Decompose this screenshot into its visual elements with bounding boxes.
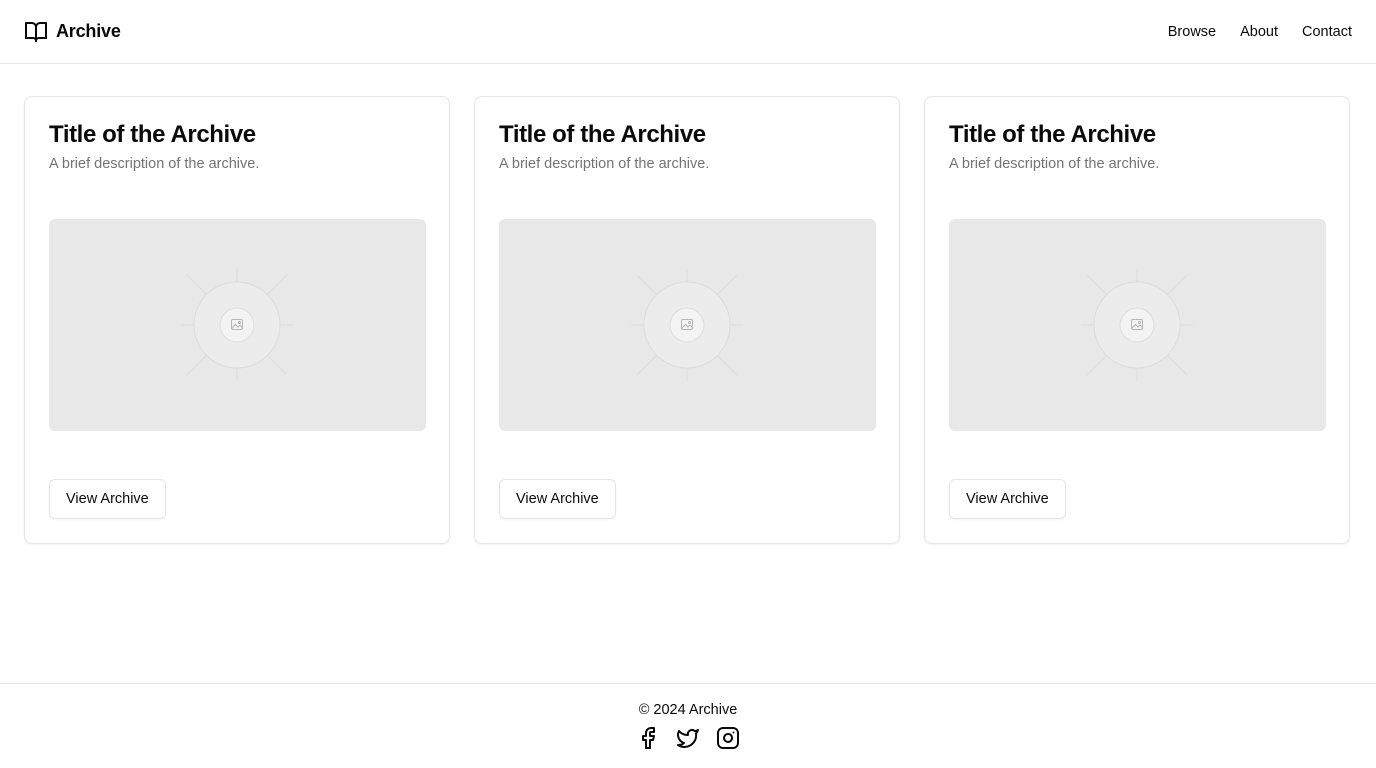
archive-card: Title of the Archive A brief description… [474, 96, 900, 544]
site-header: Archive Browse About Contact [0, 0, 1376, 64]
view-archive-button[interactable]: View Archive [499, 479, 616, 519]
card-description: A brief description of the archive. [49, 156, 260, 172]
nav-link-contact[interactable]: Contact [1302, 24, 1352, 40]
view-archive-button[interactable]: View Archive [49, 479, 166, 519]
archive-card-grid: Title of the Archive A brief description… [24, 96, 1352, 544]
brand-link[interactable]: Archive [24, 20, 121, 44]
archive-card: Title of the Archive A brief description… [24, 96, 450, 544]
archive-card: Title of the Archive A brief description… [924, 96, 1350, 544]
nav-link-about[interactable]: About [1240, 24, 1278, 40]
facebook-link[interactable] [636, 726, 660, 750]
main-nav: Browse About Contact [1168, 24, 1352, 40]
brand-name: Archive [56, 21, 121, 41]
card-image-placeholder [499, 219, 876, 431]
site-footer: © 2024 Archive [0, 683, 1376, 768]
image-placeholder-icon [631, 269, 743, 381]
card-description: A brief description of the archive. [499, 156, 710, 172]
image-placeholder-icon [181, 269, 293, 381]
facebook-icon [642, 727, 655, 749]
card-description: A brief description of the archive. [949, 156, 1160, 172]
social-links [636, 726, 740, 750]
card-image-placeholder [949, 219, 1326, 431]
twitter-icon [677, 729, 699, 748]
card-title: Title of the Archive [499, 121, 706, 148]
image-placeholder-icon [1081, 269, 1193, 381]
card-title: Title of the Archive [949, 121, 1156, 148]
view-archive-button[interactable]: View Archive [949, 479, 1066, 519]
nav-link-browse[interactable]: Browse [1168, 24, 1216, 40]
instagram-link[interactable] [716, 726, 740, 750]
card-title: Title of the Archive [49, 121, 256, 148]
twitter-link[interactable] [676, 726, 700, 750]
book-open-icon [25, 21, 47, 42]
card-image-placeholder [49, 219, 426, 431]
page: Archive Browse About Contact Title of th… [0, 0, 1376, 768]
copyright-text: © 2024 Archive [638, 702, 738, 718]
instagram-icon [717, 727, 739, 749]
